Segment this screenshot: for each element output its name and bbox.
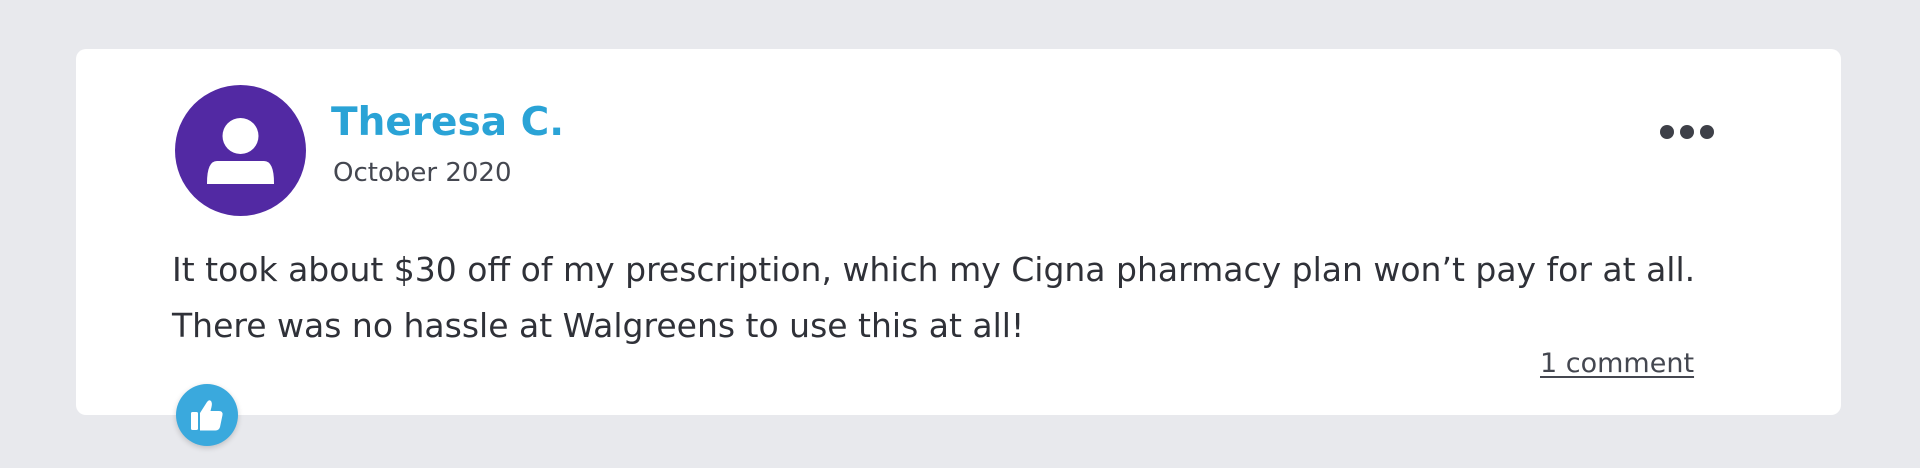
thumbs-up-icon: [191, 400, 223, 431]
avatar: [175, 85, 306, 216]
review-card: Theresa C. October 2020 It took about $3…: [76, 49, 1841, 415]
user-icon: [207, 118, 274, 184]
like-button[interactable]: [176, 384, 238, 446]
more-horizontal-icon: [1660, 125, 1674, 139]
review-date: October 2020: [333, 158, 512, 188]
comments-link[interactable]: 1 comment: [1540, 348, 1694, 379]
author-name: Theresa C.: [331, 100, 565, 145]
more-options-button[interactable]: [1654, 117, 1720, 147]
review-text-line: It took about $30 off of my prescription…: [172, 250, 1696, 289]
review-text-line: There was no hassle at Walgreens to use …: [172, 306, 1025, 345]
review-text: It took about $30 off of my prescription…: [172, 242, 1792, 354]
